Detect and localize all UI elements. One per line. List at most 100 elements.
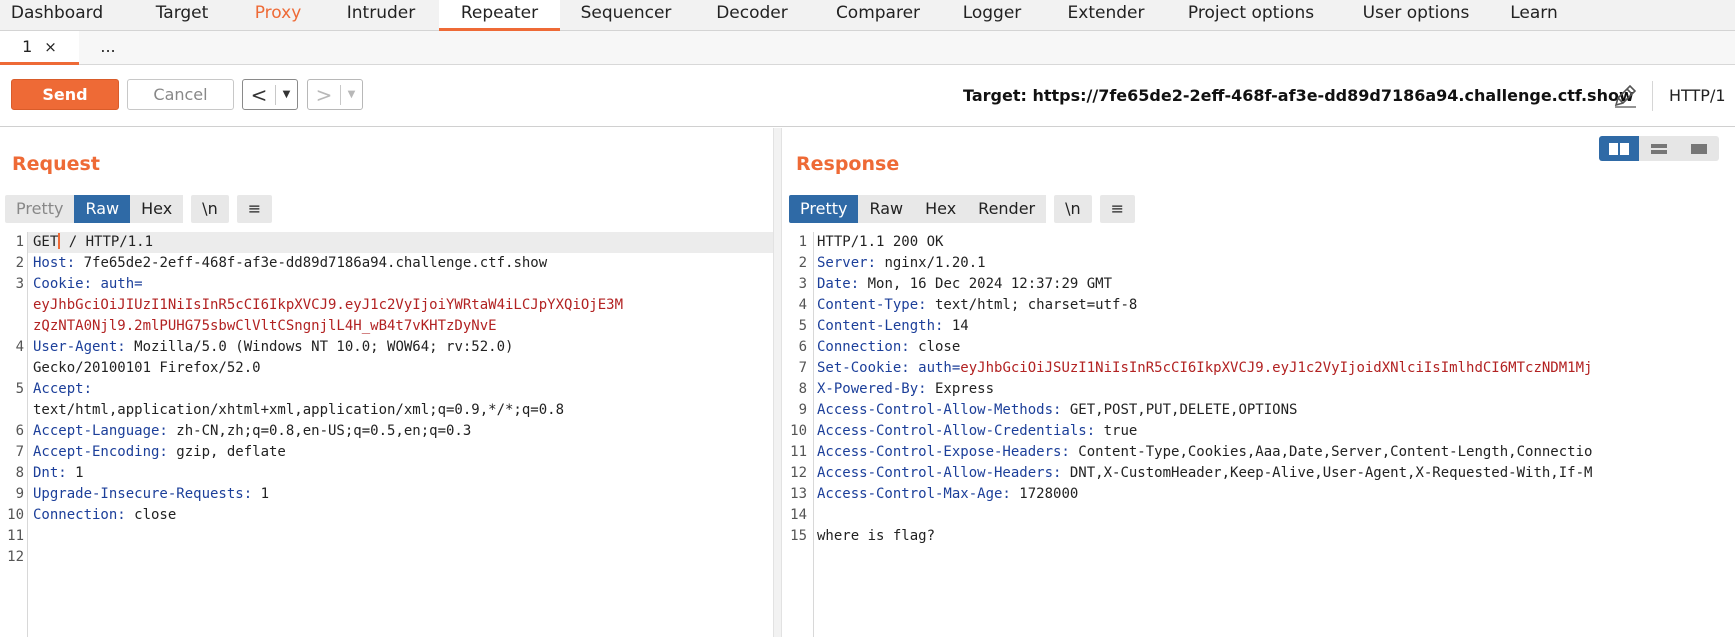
- request-line: Dnt: 1: [33, 465, 84, 481]
- chevron-down-icon[interactable]: ▼: [275, 84, 297, 105]
- request-line: Host: 7fe65de2-2eff-468f-af3e-dd89d7186a…: [33, 255, 548, 271]
- line-number: 4: [798, 297, 807, 313]
- line-number: 9: [798, 402, 807, 418]
- line-number: 11: [790, 444, 807, 460]
- line-number: 4: [15, 339, 24, 355]
- tab-comparer[interactable]: Comparer: [826, 0, 930, 31]
- request-line: Upgrade-Insecure-Requests: 1: [33, 486, 270, 502]
- tab-dashboard[interactable]: Dashboard: [0, 0, 114, 31]
- response-newline-toggle[interactable]: \n: [1054, 195, 1092, 223]
- line-number: 7: [798, 360, 807, 376]
- response-line: Content-Length: 14: [817, 318, 969, 334]
- tab-repeater[interactable]: Repeater: [439, 0, 560, 31]
- chevron-left-icon: <: [250, 82, 268, 107]
- close-icon[interactable]: ×: [44, 38, 57, 56]
- layout-toggle: [1599, 136, 1719, 161]
- split-vertical-icon[interactable]: [1599, 136, 1639, 161]
- tab-sequencer[interactable]: Sequencer: [572, 0, 680, 31]
- repeater-tab-label: 1: [22, 37, 33, 56]
- history-back-button[interactable]: < ▼: [242, 79, 298, 110]
- tab-extender[interactable]: Extender: [1063, 0, 1149, 31]
- chevron-down-icon[interactable]: ▼: [340, 84, 362, 105]
- line-number: 10: [790, 423, 807, 439]
- request-line: Connection: close: [33, 507, 177, 523]
- repeater-tab-1[interactable]: 1 ×: [0, 31, 79, 65]
- request-line: Accept-Encoding: gzip, deflate: [33, 444, 286, 460]
- single-view-icon[interactable]: [1679, 136, 1719, 161]
- response-line: Access-Control-Allow-Headers: DNT,X-Cust…: [817, 465, 1593, 481]
- response-line: X-Powered-By: Express: [817, 381, 995, 397]
- response-menu-icon[interactable]: ≡: [1099, 195, 1136, 223]
- response-render-tab[interactable]: Render: [967, 195, 1047, 223]
- line-number: 7: [15, 444, 24, 460]
- chevron-right-icon: >: [315, 82, 333, 107]
- response-pretty-tab[interactable]: Pretty: [789, 195, 859, 223]
- line-number: 8: [798, 381, 807, 397]
- target-url: Target: https://7fe65de2-2eff-468f-af3e-…: [963, 86, 1634, 105]
- edit-target-icon[interactable]: [1612, 83, 1638, 109]
- history-forward-button[interactable]: > ▼: [307, 79, 363, 110]
- response-line: Date: Mon, 16 Dec 2024 12:37:29 GMT: [817, 276, 1113, 292]
- tab-project-options[interactable]: Project options: [1181, 0, 1321, 31]
- line-number: 1: [798, 234, 807, 250]
- line-number: 6: [798, 339, 807, 355]
- split-horizontal-icon[interactable]: [1639, 136, 1679, 161]
- tab-decoder[interactable]: Decoder: [707, 0, 797, 31]
- response-line: Access-Control-Expose-Headers: Content-T…: [817, 444, 1593, 460]
- line-number: 3: [798, 276, 807, 292]
- response-raw-tab[interactable]: Raw: [858, 195, 915, 223]
- top-tab-bar: Dashboard Target Proxy Intruder Repeater…: [0, 0, 1735, 31]
- tab-target[interactable]: Target: [126, 0, 238, 31]
- request-line: User-Agent: Mozilla/5.0 (Windows NT 10.0…: [33, 339, 514, 355]
- response-body: where is flag?: [817, 528, 936, 544]
- line-number: 15: [790, 528, 807, 544]
- line-number: 6: [15, 423, 24, 439]
- line-number: 12: [790, 465, 807, 481]
- cancel-button[interactable]: Cancel: [127, 79, 234, 110]
- response-line: Access-Control-Max-Age: 1728000: [817, 486, 1079, 502]
- request-line: eyJhbGciOiJIUzI1NiIsInR5cCI6IkpXVCJ9.eyJ…: [33, 297, 624, 313]
- request-line: GET / HTTP/1.1: [28, 232, 773, 253]
- response-line: Server: nginx/1.20.1: [817, 255, 986, 271]
- tab-user-options[interactable]: User options: [1355, 0, 1477, 31]
- line-number: 1: [15, 234, 24, 250]
- request-pretty-tab[interactable]: Pretty: [5, 195, 75, 223]
- request-line: Cookie: auth=: [33, 276, 143, 292]
- tab-learn[interactable]: Learn: [1508, 0, 1560, 31]
- line-number: 2: [798, 255, 807, 271]
- line-number: 13: [790, 486, 807, 502]
- response-pane-title: Response: [796, 153, 900, 175]
- divider: [1652, 81, 1653, 111]
- line-number: 14: [790, 507, 807, 523]
- response-line: Content-Type: text/html; charset=utf-8: [817, 297, 1138, 313]
- pane-splitter[interactable]: [773, 128, 782, 637]
- request-newline-toggle[interactable]: \n: [191, 195, 229, 223]
- http-version-label[interactable]: HTTP/1: [1669, 86, 1726, 105]
- response-editor[interactable]: 1 2 3 4 5 6 7 8 9 10 11 12 13 14 15 HTTP…: [783, 232, 1735, 637]
- request-editor[interactable]: 1 2 3 4 5 6 7 8 9 10 11 12 GET / HTTP/1.…: [0, 232, 773, 637]
- send-button[interactable]: Send: [11, 79, 119, 110]
- request-raw-tab[interactable]: Raw: [74, 195, 131, 223]
- response-line-gutter: 1 2 3 4 5 6 7 8 9 10 11 12 13 14 15: [783, 232, 814, 637]
- response-line: Access-Control-Allow-Methods: GET,POST,P…: [817, 402, 1298, 418]
- request-hex-tab[interactable]: Hex: [130, 195, 184, 223]
- request-line-gutter: 1 2 3 4 5 6 7 8 9 10 11 12: [0, 232, 28, 637]
- tab-intruder[interactable]: Intruder: [336, 0, 426, 31]
- line-number: 5: [798, 318, 807, 334]
- line-number: 12: [7, 549, 24, 565]
- tab-proxy[interactable]: Proxy: [242, 0, 314, 31]
- line-number: 3: [15, 276, 24, 292]
- repeater-toolbar: Send Cancel < ▼ > ▼ Target: https://7fe6…: [0, 65, 1735, 127]
- response-hex-tab[interactable]: Hex: [914, 195, 968, 223]
- line-number: 8: [15, 465, 24, 481]
- request-line: Accept:: [33, 381, 93, 397]
- response-line: HTTP/1.1 200 OK: [817, 234, 944, 250]
- line-number: 5: [15, 381, 24, 397]
- line-number: 9: [15, 486, 24, 502]
- request-line: text/html,application/xhtml+xml,applicat…: [33, 402, 565, 418]
- response-line: Connection: close: [817, 339, 961, 355]
- new-tab-button[interactable]: ...: [80, 31, 136, 65]
- tab-logger[interactable]: Logger: [954, 0, 1030, 31]
- request-menu-icon[interactable]: ≡: [236, 195, 273, 223]
- request-line: Gecko/20100101 Firefox/52.0: [33, 360, 261, 376]
